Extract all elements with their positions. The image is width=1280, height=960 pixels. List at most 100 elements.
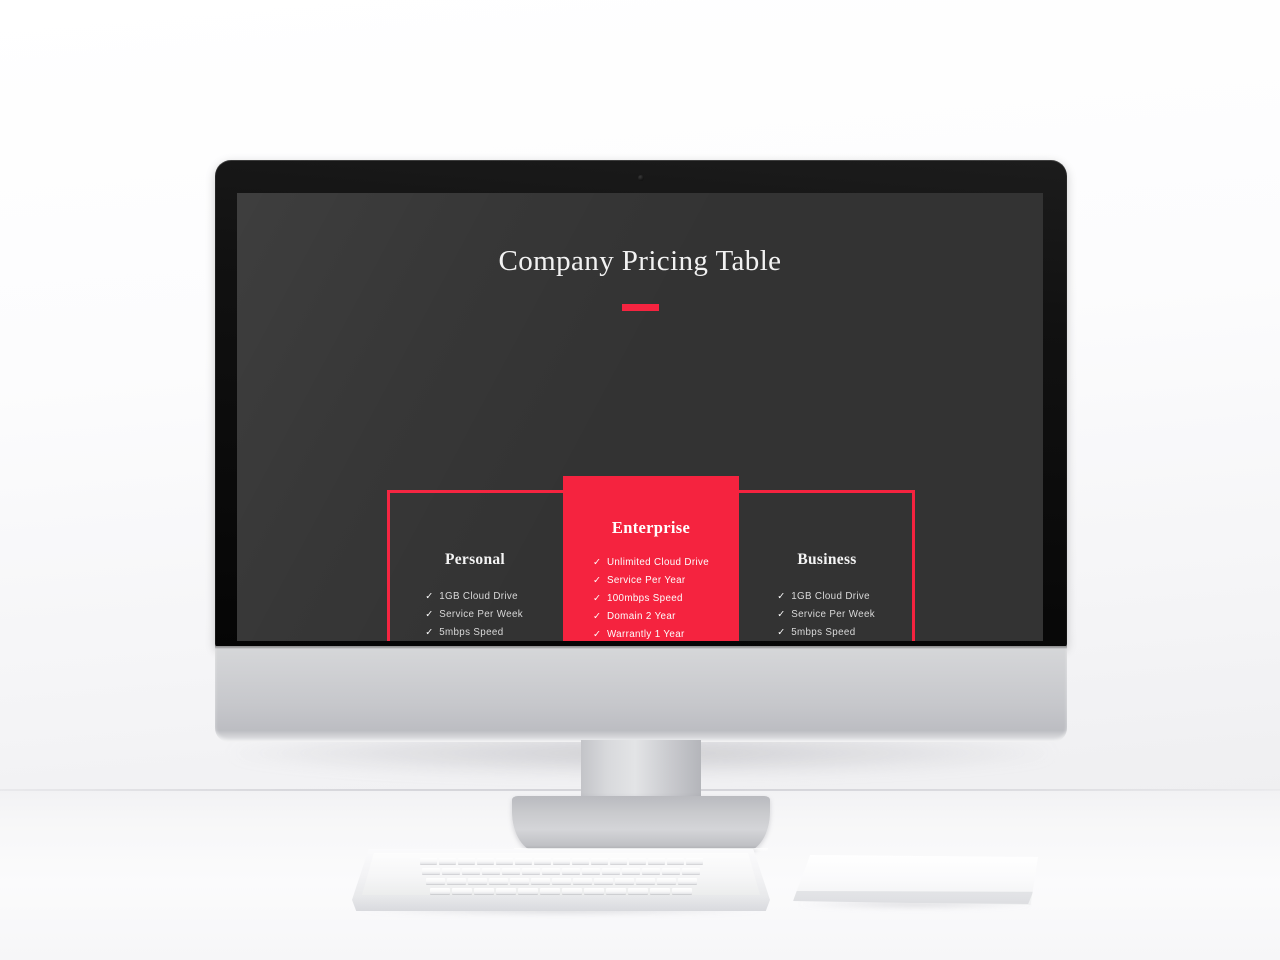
feature-label: Warrantly 1 Year — [606, 629, 685, 640]
feature-list: ✓ 1GB Cloud Drive ✓ Service Per Week ✓ 5mbp… — [777, 588, 877, 641]
keyboard-key — [422, 868, 440, 874]
keyboard-key — [602, 868, 620, 874]
keyboard-key — [530, 878, 550, 884]
keyboard-key — [650, 888, 670, 894]
list-item: ✓ Service Per Year — [593, 572, 709, 590]
list-item: ✓ Service Per Week — [777, 606, 877, 624]
keyboard-key — [502, 868, 520, 874]
feature-label: Unlimited Cloud Drive — [606, 557, 710, 568]
keyboard-key — [584, 888, 604, 894]
list-item: ✓ 1GB Cloud Drive — [425, 588, 525, 606]
keyboard-key — [514, 858, 532, 864]
keyboard-key — [635, 878, 655, 884]
keyboard-key — [628, 888, 648, 894]
keyboard-key — [622, 868, 640, 874]
list-item: ✓ Warrantly 1 Year — [593, 626, 709, 641]
keyboard-key — [614, 878, 634, 884]
feature-label: Service Per Week — [791, 609, 876, 620]
keyboard-key — [476, 858, 494, 864]
keyboard-key — [606, 888, 626, 894]
keyboard-key — [562, 868, 580, 874]
check-icon: ✓ — [425, 609, 434, 620]
pricing-card-personal[interactable]: Personal ✓ 1GB Cloud Drive ✓ Service Per W… — [387, 477, 563, 641]
keyboard-key — [533, 858, 551, 864]
keyboard-key — [628, 858, 646, 864]
keyboard-key — [479, 898, 499, 904]
keyboard-key — [562, 888, 582, 894]
keyboard-key — [474, 888, 494, 894]
feature-list: ✓ Unlimited Cloud Drive ✓ Service Per Year… — [593, 554, 709, 641]
check-icon: ✓ — [777, 627, 786, 638]
check-icon: ✓ — [777, 591, 786, 602]
feature-label: 5mbps Speed — [791, 627, 856, 638]
monitor-bezel: Company Pricing Table Personal ✓ 1GB Clou… — [215, 160, 1067, 648]
check-icon: ✓ — [777, 609, 786, 620]
desktop-computer: Company Pricing Table Personal ✓ 1GB Clou… — [215, 160, 1067, 852]
keyboard-key — [453, 898, 477, 904]
keyboard-key — [438, 858, 456, 864]
keyboard-key — [590, 858, 608, 864]
feature-label: Service Per Year — [606, 575, 686, 586]
feature-label: 1GB Cloud Drive — [791, 591, 870, 602]
keyboard-key — [482, 868, 500, 874]
keyboard-key — [419, 858, 437, 864]
keyboard-key — [645, 898, 669, 904]
check-icon: ✓ — [425, 627, 434, 638]
keyboard-key — [662, 868, 680, 874]
keyboard-key — [582, 868, 600, 874]
pricing-card-enterprise[interactable]: Enterprise ✓ Unlimited Cloud Drive ✓ Servi… — [563, 476, 739, 641]
keyboard-key — [542, 868, 560, 874]
monitor-screen: Company Pricing Table Personal ✓ 1GB Clou… — [237, 193, 1043, 641]
plan-name: Enterprise — [611, 518, 691, 537]
feature-label: Service Per Week — [439, 609, 524, 620]
keyboard-key — [593, 878, 613, 884]
keyboard-key — [677, 878, 697, 884]
keyboard-key — [467, 878, 487, 884]
keyboard-key — [552, 858, 570, 864]
keyboard-row — [362, 868, 760, 875]
plan-name: Business — [797, 551, 857, 568]
desk-scene: Company Pricing Table Personal ✓ 1GB Clou… — [0, 0, 1280, 960]
check-icon: ✓ — [592, 611, 602, 622]
feature-list: ✓ 1GB Cloud Drive ✓ Service Per Week ✓ 5mbp… — [425, 588, 525, 641]
list-item: ✓ Service Per Week — [425, 606, 525, 624]
list-item: ✓ 100mbps Speed — [593, 590, 709, 608]
keyboard-key — [488, 878, 508, 884]
keyboard-key — [518, 888, 538, 894]
keyboard-key — [446, 878, 466, 884]
pricing-webpage: Company Pricing Table Personal ✓ 1GB Clou… — [237, 193, 1043, 641]
keyboard-key — [496, 888, 516, 894]
page-title: Company Pricing Table — [498, 245, 782, 277]
keyboard-key — [495, 858, 513, 864]
keyboard-key — [571, 858, 589, 864]
check-icon: ✓ — [592, 575, 602, 586]
keyboard-key — [425, 878, 445, 884]
monitor-chin — [215, 646, 1067, 742]
keyboard-key — [685, 858, 703, 864]
list-item: ✓ 1GB Cloud Drive — [777, 588, 877, 606]
pricing-plans-container: Personal ✓ 1GB Cloud Drive ✓ Service Per W… — [387, 476, 915, 641]
feature-label: 100mbps Speed — [606, 593, 683, 604]
pricing-card-business[interactable]: Business ✓ 1GB Cloud Drive ✓ Service Per W… — [739, 477, 915, 641]
keyboard-key — [572, 878, 592, 884]
check-icon: ✓ — [592, 593, 602, 604]
keyboard-key — [666, 858, 684, 864]
keyboard-key — [642, 868, 660, 874]
keyboard-key — [522, 868, 540, 874]
check-icon: ✓ — [592, 557, 602, 568]
keyboard-key — [623, 898, 643, 904]
keyboard-key — [501, 898, 621, 904]
feature-label: 1GB Cloud Drive — [439, 591, 518, 602]
trackpad — [793, 855, 1038, 909]
plan-name: Personal — [444, 551, 506, 568]
keyboard-key — [509, 878, 529, 884]
keyboard-key — [656, 878, 676, 884]
keyboard-deck — [362, 853, 760, 895]
keyboard-row-spacebar — [362, 898, 760, 905]
keyboard-key — [462, 868, 480, 874]
keyboard-row — [362, 858, 760, 865]
keyboard-key — [682, 868, 700, 874]
monitor-stand-neck — [581, 740, 701, 804]
keyboard-key — [551, 878, 571, 884]
list-item: ✓ Domain 2 Year — [593, 608, 709, 626]
